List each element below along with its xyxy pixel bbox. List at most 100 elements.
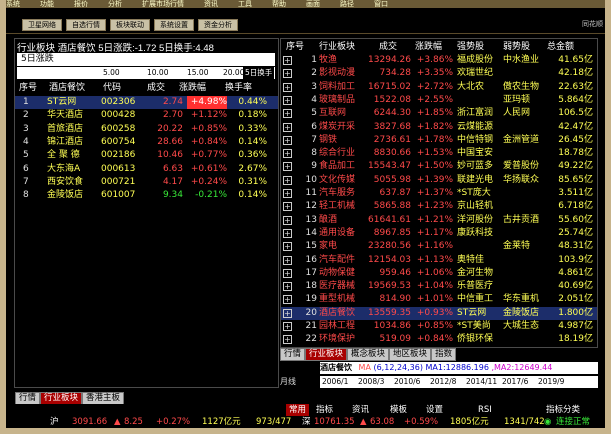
toolbar-button-5[interactable]: 资金分析 <box>198 19 238 31</box>
toolbar-button-1[interactable]: 卫星网络 <box>22 19 62 31</box>
expand-icon[interactable]: + <box>283 175 292 185</box>
table-row[interactable]: +19 重型机械 814.90 +1.01% 中信重工 华东重机 2.051亿 <box>281 293 597 306</box>
col-no[interactable]: 序号 <box>19 81 37 94</box>
toolbar-button-3[interactable]: 板块联动 <box>110 19 150 31</box>
expand-icon[interactable]: + <box>283 162 292 172</box>
table-row[interactable]: +9 食品加工 15543.47 +1.50% 妙可蓝多 爱普股份 49.22亿 <box>281 160 597 173</box>
col-chg[interactable]: 涨跌幅 <box>415 40 442 53</box>
menu-item[interactable]: 系统 <box>6 0 20 8</box>
sector-change: +2.72% <box>416 81 453 92</box>
table-row[interactable]: 3 首旅酒店 600258 20.22 +0.85% 0.33% <box>15 123 278 136</box>
right-tab[interactable]: 行业板块 <box>305 348 348 361</box>
col-strong[interactable]: 强势股 <box>457 40 484 53</box>
expand-icon[interactable]: + <box>283 82 292 92</box>
right-tab[interactable]: 地区板块 <box>389 348 432 361</box>
table-row[interactable]: +17 动物保健 959.46 +1.06% 金河生物 4.861亿 <box>281 267 597 280</box>
table-row[interactable]: 4 锦江酒店 600754 28.66 +0.84% 0.14% <box>15 136 278 149</box>
expand-icon[interactable]: + <box>283 69 292 79</box>
col-price[interactable]: 成交 <box>379 40 397 53</box>
table-row[interactable]: 8 金陵饭店 601007 9.34 -0.21% 0.14% <box>15 189 278 202</box>
expand-icon[interactable]: + <box>283 109 292 119</box>
right-tab[interactable]: 概念板块 <box>347 348 390 361</box>
menu-item[interactable]: 窗口 <box>374 0 388 8</box>
col-sector[interactable]: 行业板块 <box>319 40 355 53</box>
metric-selector[interactable]: 5日涨跌 <box>17 53 275 66</box>
table-row[interactable]: 2 华天酒店 000428 2.70 +1.12% 0.18% <box>15 109 278 122</box>
table-row[interactable]: +7 钢铁 2736.61 +1.78% 中信特钢 金洲管道 26.45亿 <box>281 134 597 147</box>
table-row[interactable]: +5 互联网 6244.30 +1.85% 浙江富润 人民网 106.5亿 <box>281 107 597 120</box>
col-name[interactable]: 酒店餐饮 <box>49 81 85 94</box>
metric-label: 5日涨跌 <box>21 54 54 64</box>
col-price[interactable]: 成交 <box>147 81 165 94</box>
table-row[interactable]: 6 大东海A 000613 6.63 +0.61% 2.67% <box>15 163 278 176</box>
expand-icon[interactable]: + <box>283 268 292 278</box>
status-menu-rsi[interactable]: RSI <box>478 404 492 416</box>
table-row[interactable]: +3 饲料加工 16715.02 +2.72% 大北农 傲农生物 22.63亿 <box>281 81 597 94</box>
table-row[interactable]: +20 酒店餐饮 13559.35 +0.93% ST云网 金陵饭店 1.800亿 <box>281 306 597 320</box>
table-row[interactable]: +15 家电 23280.56 +1.16% 金莱特 48.31亿 <box>281 240 597 253</box>
table-row[interactable]: +13 酿酒 61641.61 +1.21% 洋河股份 古井贡酒 55.60亿 <box>281 214 597 227</box>
status-menu-template[interactable]: 模板 <box>390 404 407 416</box>
table-row[interactable]: +11 汽车服务 637.87 +1.37% *ST庞大 3.511亿 <box>281 187 597 200</box>
turnover-toggle[interactable]: 5日换手 <box>243 67 275 79</box>
menu-item[interactable]: 报价 <box>74 0 88 8</box>
table-row[interactable]: +21 园林工程 1034.86 +0.85% *ST美尚 大城生态 4.987亿 <box>281 320 597 333</box>
status-menu-common[interactable]: 常用 <box>286 404 310 416</box>
table-row[interactable]: +10 文化传媒 5055.98 +1.39% 联建光电 华扬联众 85.65亿 <box>281 174 597 187</box>
table-row[interactable]: +12 轻工机械 5865.88 +1.23% 京山轻机 6.718亿 <box>281 200 597 213</box>
period-label[interactable]: 月线 <box>280 376 320 388</box>
expand-icon[interactable]: + <box>283 135 292 145</box>
table-row[interactable]: +8 综合行业 8830.66 +1.53% 中国宝安 18.78亿 <box>281 147 597 160</box>
menu-item[interactable]: 功能 <box>40 0 54 8</box>
sector-change: +2.55% <box>416 94 453 105</box>
table-row[interactable]: +4 玻璃制品 1522.08 +2.55% 亚玛顿 5.864亿 <box>281 94 597 107</box>
table-row[interactable]: 7 西安饮食 000721 4.17 +0.24% 0.31% <box>15 176 278 189</box>
expand-icon[interactable]: + <box>283 122 292 132</box>
col-no[interactable]: 序号 <box>286 40 304 53</box>
expand-icon[interactable]: + <box>283 149 292 159</box>
expand-icon[interactable]: + <box>283 56 292 65</box>
expand-icon[interactable]: + <box>283 322 292 331</box>
table-row[interactable]: +1 牧渔 13294.26 +3.86% 福成股份 中水渔业 41.65亿 <box>281 54 597 67</box>
menu-item[interactable]: 路径 <box>340 0 354 8</box>
col-turn[interactable]: 换手率 <box>225 81 252 94</box>
expand-icon[interactable]: + <box>283 189 292 198</box>
toolbar-button-4[interactable]: 系统设置 <box>154 19 194 31</box>
expand-icon[interactable]: + <box>283 255 292 265</box>
table-row[interactable]: 1 ST云网 002306 2.74 +4.98% 0.44% <box>15 96 278 109</box>
table-row[interactable]: +2 影视动漫 734.28 +3.35% 欢瑞世纪 42.18亿 <box>281 67 597 80</box>
expand-icon[interactable]: + <box>283 215 292 225</box>
menu-item[interactable]: 资讯 <box>204 0 218 8</box>
table-row[interactable]: +14 通用设备 8967.85 +1.17% 康跃科技 25.74亿 <box>281 227 597 240</box>
expand-icon[interactable]: + <box>283 282 292 292</box>
menu-item[interactable]: 扩展市场行情 <box>142 0 184 8</box>
menu-item[interactable]: 分析 <box>108 0 122 8</box>
right-tab[interactable]: 指数 <box>431 348 457 361</box>
menu-item[interactable]: 工具 <box>238 0 252 8</box>
menu-item[interactable]: 画面 <box>306 0 320 8</box>
table-row[interactable]: +22 环境保护 519.09 +0.84% 侨银环保 18.19亿 <box>281 333 597 346</box>
expand-icon[interactable]: + <box>283 228 292 238</box>
table-row[interactable]: +16 汽车配件 12154.03 +1.13% 奥特佳 103.9亿 <box>281 254 597 267</box>
expand-icon[interactable]: + <box>283 308 292 318</box>
expand-icon[interactable]: + <box>283 295 292 305</box>
col-code[interactable]: 代码 <box>103 81 121 94</box>
menu-item[interactable]: 帮助 <box>272 0 286 8</box>
col-chg[interactable]: 涨跌幅 <box>179 81 206 94</box>
right-tab[interactable]: 行情 <box>280 348 306 361</box>
toolbar-button-2[interactable]: 自选行情 <box>66 19 106 31</box>
expand-icon[interactable]: + <box>283 202 292 212</box>
expand-icon[interactable]: + <box>283 242 292 252</box>
col-amount[interactable]: 总金额 <box>547 40 574 53</box>
expand-icon[interactable]: + <box>283 335 292 345</box>
table-row[interactable]: 5 全 聚 德 002186 10.46 +0.77% 0.36% <box>15 149 278 162</box>
stock-price: 9.34 <box>162 190 183 201</box>
status-menu-settings[interactable]: 设置 <box>426 404 443 416</box>
status-menu-category[interactable]: 指标分类 <box>546 404 580 416</box>
table-row[interactable]: +18 医疗器械 19569.53 +1.04% 乐普医疗 40.69亿 <box>281 280 597 293</box>
expand-icon[interactable]: + <box>283 95 292 105</box>
status-menu-indicator[interactable]: 指标 <box>316 404 333 416</box>
col-weak[interactable]: 弱势股 <box>503 40 530 53</box>
status-menu-info[interactable]: 资讯 <box>352 404 369 416</box>
table-row[interactable]: +6 煤炭开采 3827.68 +1.82% 云煤能源 42.47亿 <box>281 121 597 134</box>
